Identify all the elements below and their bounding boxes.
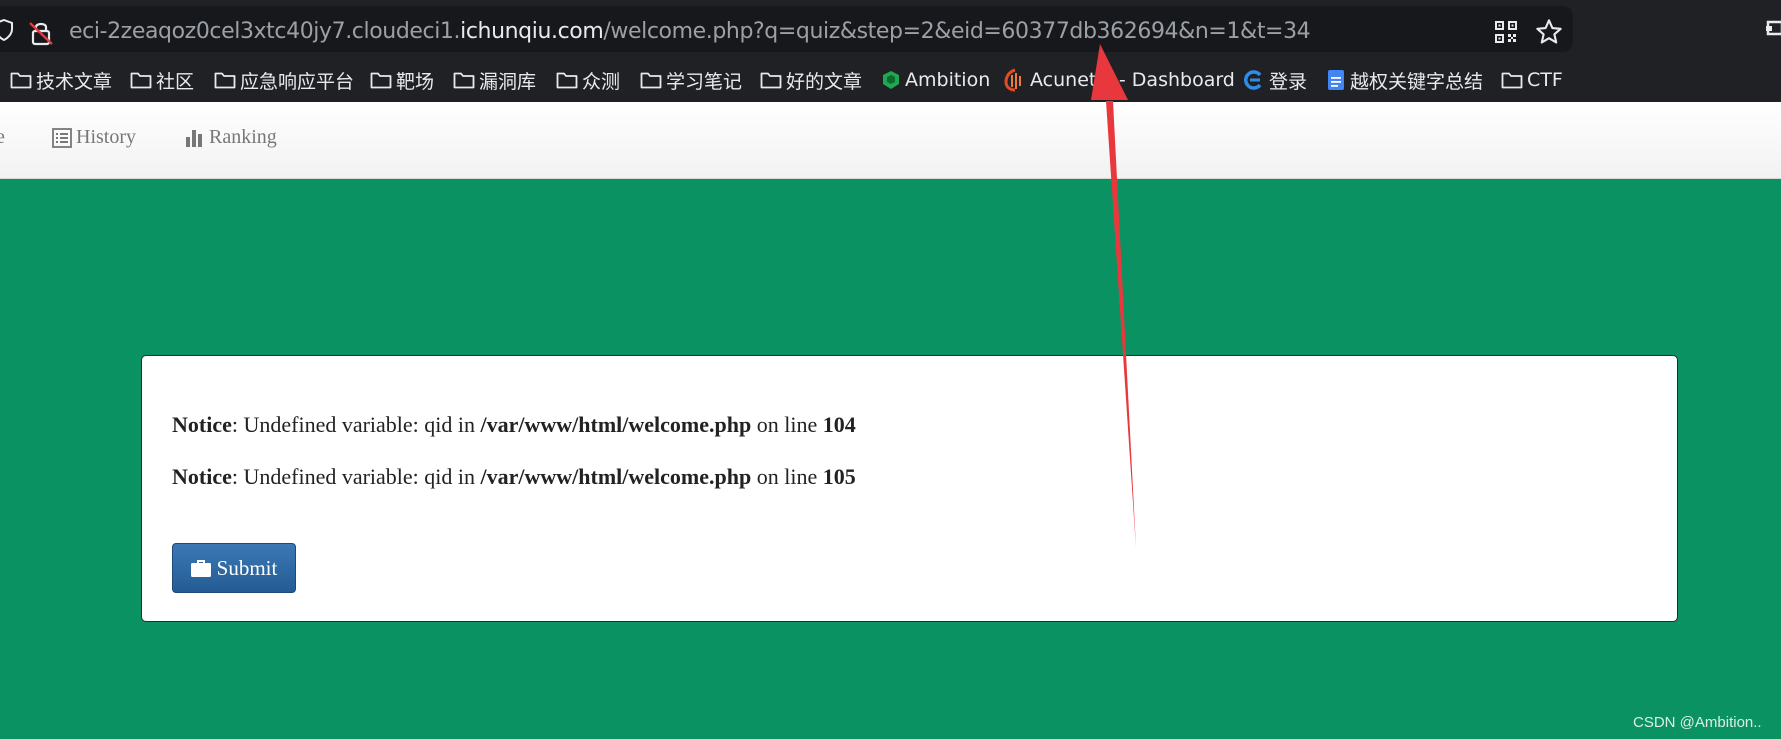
- doc-favicon: [1328, 70, 1344, 90]
- folder-icon: [214, 72, 236, 89]
- bookmark-folder[interactable]: 靶场: [370, 58, 434, 102]
- app-navbar: e History Ranking: [0, 102, 1781, 179]
- notice-text: on line: [751, 412, 823, 437]
- bookmark-label: 越权关键字总结: [1350, 70, 1484, 93]
- bookmark-folder[interactable]: CTF: [1501, 58, 1563, 102]
- bookmark-link[interactable]: Acunetix - Dashboard: [1004, 58, 1235, 102]
- bookmark-folder[interactable]: 技术文章: [10, 58, 112, 102]
- login-favicon: [1244, 70, 1262, 90]
- nav-history[interactable]: History: [52, 126, 136, 149]
- notice-line-number: 104: [822, 412, 856, 437]
- browser-toolbar: eci-2zeaqoz0cel3xtc40jy7.cloudeci1.ichun…: [0, 0, 1781, 58]
- folder-icon: [370, 72, 392, 89]
- nav-item-truncated[interactable]: e: [0, 126, 5, 149]
- bookmark-label: Ambition: [905, 69, 991, 91]
- php-notice: Notice: Undefined variable: qid in /var/…: [172, 464, 856, 490]
- bookmark-label: CTF: [1527, 69, 1563, 91]
- not-secure-lock-icon[interactable]: [28, 20, 56, 46]
- notice-text: : Undefined variable: qid in: [231, 464, 481, 489]
- bookmark-star-icon[interactable]: [1535, 18, 1563, 46]
- php-notice: Notice: Undefined variable: qid in /var/…: [172, 412, 856, 438]
- bookmark-link[interactable]: 登录: [1243, 58, 1307, 102]
- bookmark-folder[interactable]: 漏洞库: [453, 58, 536, 102]
- bookmark-label: Acunetix - Dashboard: [1030, 69, 1235, 91]
- acunetix-favicon: [1004, 68, 1021, 92]
- bookmark-link[interactable]: Ambition: [881, 58, 990, 102]
- folder-icon: [1501, 72, 1523, 89]
- folder-icon: [640, 72, 662, 89]
- notice-path: /var/www/html/welcome.php: [480, 412, 752, 437]
- folder-icon: [556, 72, 578, 89]
- folder-icon: [760, 72, 782, 89]
- bookmark-label: 社区: [156, 70, 195, 93]
- watermark: CSDN @Ambition..: [1633, 714, 1762, 731]
- nav-history-label: History: [76, 126, 136, 148]
- url-domain: ichunqiu.com: [460, 19, 604, 44]
- submit-label: Submit: [216, 555, 278, 580]
- bookmark-label: 学习笔记: [666, 70, 743, 93]
- list-icon: [52, 127, 72, 148]
- qr-code-icon[interactable]: [1494, 20, 1518, 44]
- bookmark-label: 众测: [582, 70, 621, 93]
- folder-icon: [10, 72, 32, 89]
- bookmark-folder[interactable]: 社区: [130, 58, 194, 102]
- shield-icon[interactable]: [0, 19, 14, 41]
- bookmark-label: 漏洞库: [479, 70, 537, 93]
- nav-ranking-label: Ranking: [209, 126, 277, 148]
- bookmark-folder[interactable]: 学习笔记: [640, 58, 742, 102]
- bookmark-label: 登录: [1269, 70, 1308, 93]
- notice-line-number: 105: [822, 464, 856, 489]
- bookmark-folder[interactable]: 应急响应平台: [214, 58, 354, 102]
- bookmark-label: 好的文章: [786, 70, 863, 93]
- quiz-panel: Notice: Undefined variable: qid in /var/…: [141, 355, 1678, 622]
- bookmark-label: 应急响应平台: [240, 70, 355, 93]
- notice-label: Notice: [172, 412, 232, 437]
- notice-text: : Undefined variable: qid in: [231, 412, 481, 437]
- bookmark-folder[interactable]: 好的文章: [760, 58, 862, 102]
- url-text[interactable]: eci-2zeaqoz0cel3xtc40jy7.cloudeci1.ichun…: [69, 19, 1311, 44]
- ambition-favicon: [883, 71, 899, 89]
- bookmark-folder[interactable]: 众测: [556, 58, 620, 102]
- bookmark-label: 靶场: [396, 70, 435, 93]
- extension-icon[interactable]: [1766, 18, 1781, 40]
- bookmark-label: 技术文章: [36, 70, 113, 93]
- notice-label: Notice: [172, 464, 232, 489]
- url-subdomain: eci-2zeaqoz0cel3xtc40jy7.cloudeci1.: [69, 19, 461, 44]
- briefcase-icon: [190, 560, 211, 577]
- url-path: /welcome.php?q=quiz&step=2&eid=60377db36…: [603, 19, 1311, 44]
- bar-chart-icon: [186, 129, 202, 147]
- nav-item-label: e: [0, 126, 5, 148]
- notice-path: /var/www/html/welcome.php: [480, 464, 752, 489]
- address-bar[interactable]: eci-2zeaqoz0cel3xtc40jy7.cloudeci1.ichun…: [0, 6, 1573, 52]
- bookmark-link[interactable]: 越权关键字总结: [1326, 58, 1483, 102]
- folder-icon: [130, 72, 152, 89]
- submit-button[interactable]: Submit: [172, 543, 296, 593]
- folder-icon: [453, 72, 475, 89]
- nav-ranking[interactable]: Ranking: [185, 126, 277, 149]
- bookmarks-bar: 技术文章 社区 应急响应平台 靶场 漏洞库 众测 学习笔记 好的文章 Ambit…: [0, 58, 1781, 102]
- notice-text: on line: [751, 464, 823, 489]
